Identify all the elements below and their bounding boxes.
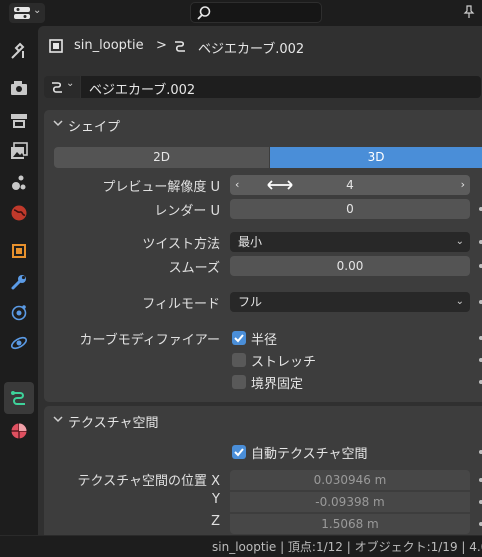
shape-panel: シェイプ 2D 3D プレビュー解像度 U ‹ 4 › レンダー U 0 ツイス…	[44, 110, 482, 402]
clamp-bounds-checkbox[interactable]	[232, 375, 246, 389]
search-input[interactable]	[190, 2, 322, 23]
wrench-icon	[11, 275, 26, 290]
render-u-label: レンダー U	[154, 204, 220, 219]
curve-name-field[interactable]: ベジエカーブ.002	[81, 76, 481, 98]
checkmark-icon	[234, 448, 244, 457]
object-tab[interactable]	[8, 240, 30, 262]
curve-modifier-label: カーブモディファイアー	[79, 333, 220, 348]
chevron-down-icon: ⌄	[33, 5, 42, 16]
world-icon	[11, 205, 27, 221]
search-icon	[197, 6, 211, 20]
checkmark-icon	[234, 334, 244, 343]
status-bar: sin_looptie | 頂点:1/12 | オブジェクト:1/19 | 4.…	[0, 535, 482, 557]
curve-icon	[11, 391, 25, 405]
chevron-down-icon: ⌄	[455, 296, 464, 307]
curve-name: ベジエカーブ.002	[89, 83, 196, 98]
particles-tab[interactable]	[8, 302, 30, 324]
output-icon	[11, 114, 27, 128]
stretch-label: ストレッチ	[251, 355, 317, 370]
resize-cursor-icon	[267, 180, 293, 190]
smooth-field[interactable]: 0.00	[230, 256, 470, 276]
texture-location-y-label: Y	[212, 492, 220, 507]
object-icon	[12, 244, 26, 258]
clamp-bounds-label: 境界固定	[251, 377, 304, 392]
shape-panel-title: シェイプ	[68, 120, 121, 135]
texture-location-x-field[interactable]: 0.030946 m	[230, 470, 470, 490]
breadcrumb-separator: >	[156, 38, 167, 53]
physics-icon	[10, 336, 28, 350]
texture-space-panel-title: テクスチャ空間	[68, 416, 159, 431]
tool-icon	[11, 42, 25, 59]
curve-datablock-selector: ⌄ ベジエカーブ.002	[44, 76, 482, 98]
texture-location-y-field[interactable]: -0.09398 m	[230, 492, 470, 512]
breadcrumb-object: sin_looptie	[74, 38, 144, 53]
dimension-3d-button[interactable]: 3D	[270, 147, 482, 168]
view-layer-icon	[11, 142, 28, 159]
twist-method-value: 最小	[238, 235, 263, 249]
scene-tab[interactable]	[8, 172, 30, 194]
dimensions-toggle: 2D 3D	[54, 147, 482, 168]
render-icon	[11, 81, 27, 95]
material-icon	[11, 423, 27, 439]
object-icon	[49, 39, 63, 53]
auto-texture-space-checkbox[interactable]	[232, 445, 246, 459]
properties-tab-sidebar	[0, 26, 37, 536]
twist-method-label: ツイスト方法	[142, 237, 220, 252]
texture-location-z-label: Z	[211, 514, 220, 529]
curve-data-tab[interactable]	[8, 387, 30, 409]
breadcrumb: sin_looptie > ベジエカーブ.002	[38, 26, 482, 66]
fill-mode-label: フィルモード	[142, 297, 220, 312]
properties-editor-icon	[14, 7, 30, 19]
modifier-tab[interactable]	[8, 271, 30, 293]
chevron-down-icon	[53, 416, 63, 423]
fill-mode-value: フル	[238, 295, 263, 309]
pin-icon[interactable]	[462, 5, 476, 19]
scene-icon	[12, 175, 26, 190]
twist-method-dropdown[interactable]: 最小 ⌄	[230, 232, 470, 252]
render-u-field[interactable]: 0	[230, 199, 470, 219]
world-tab[interactable]	[8, 202, 30, 224]
status-text: sin_looptie | 頂点:1/12 | オブジェクト:1/19 | 4.…	[212, 540, 482, 554]
stretch-checkbox[interactable]	[232, 353, 246, 367]
auto-texture-space-label: 自動テクスチャ空間	[251, 447, 368, 462]
top-bar: ⌄	[0, 0, 482, 26]
smooth-label: スムーズ	[168, 261, 220, 276]
decrement-icon[interactable]: ‹	[235, 175, 239, 195]
dimension-2d-button[interactable]: 2D	[54, 147, 269, 168]
output-tab[interactable]	[8, 110, 30, 132]
breadcrumb-data: ベジエカーブ.002	[198, 42, 305, 57]
particles-icon	[11, 305, 27, 321]
properties-editor: sin_looptie > ベジエカーブ.002 ⌄ ベジエカーブ.002 シェ…	[38, 26, 482, 536]
preview-u-field[interactable]: ‹ 4 ›	[230, 175, 470, 195]
chevron-down-icon: ⌄	[66, 78, 75, 89]
editor-type-button[interactable]: ⌄	[9, 3, 45, 23]
curve-icon	[175, 41, 185, 52]
preview-u-label: プレビュー解像度 U	[102, 180, 220, 195]
radius-label: 半径	[251, 333, 278, 348]
chevron-down-icon	[53, 120, 63, 127]
increment-icon[interactable]: ›	[461, 175, 465, 195]
browse-curve-button[interactable]: ⌄	[44, 76, 80, 98]
texture-location-label: テクスチャ空間の位置 X	[77, 474, 220, 489]
curve-icon	[52, 82, 62, 93]
preview-u-value: 4	[346, 178, 354, 192]
texture-space-panel-header[interactable]: テクスチャ空間	[44, 406, 482, 434]
view-layer-tab[interactable]	[8, 140, 30, 162]
physics-tab[interactable]	[8, 332, 30, 354]
fill-mode-dropdown[interactable]: フル ⌄	[230, 292, 470, 312]
texture-location-z-field[interactable]: 1.5068 m	[230, 514, 470, 534]
shape-panel-header[interactable]: シェイプ	[44, 110, 482, 138]
tool-tab[interactable]	[8, 40, 30, 62]
material-tab[interactable]	[8, 420, 30, 442]
radius-checkbox[interactable]	[232, 331, 246, 345]
chevron-down-icon: ⌄	[455, 236, 464, 247]
texture-space-panel: テクスチャ空間 自動テクスチャ空間 テクスチャ空間の位置 X 0.030946 …	[44, 406, 482, 536]
render-tab[interactable]	[8, 77, 30, 99]
